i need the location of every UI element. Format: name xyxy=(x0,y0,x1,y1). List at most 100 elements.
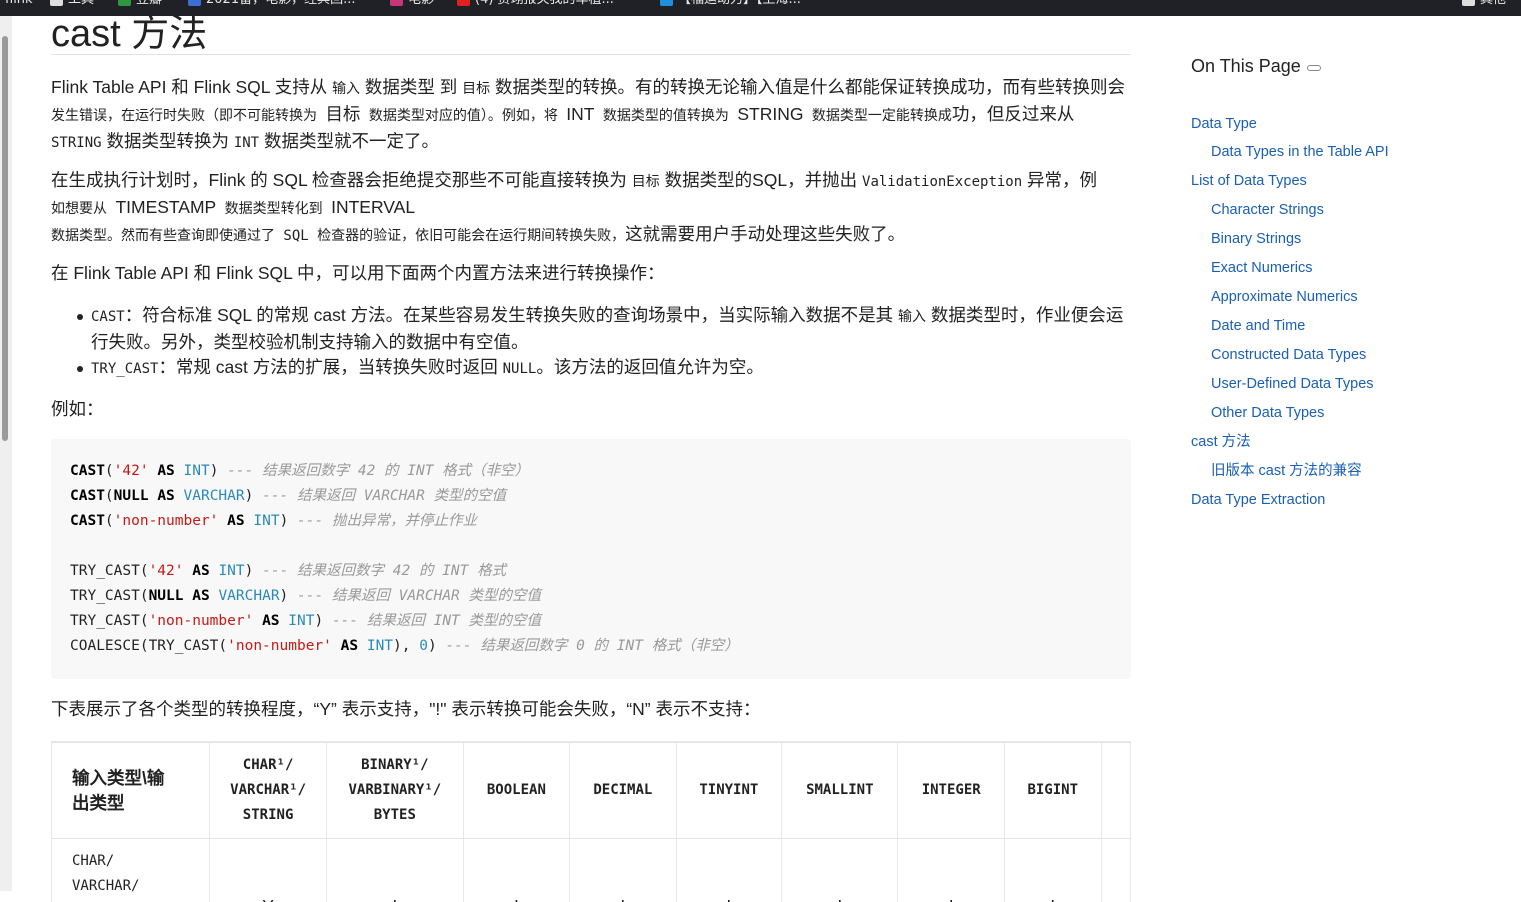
table-intro: 下表展示了各个类型的转换程度，“Y” 表示支持，"!" 表示转换可能会失败，“N… xyxy=(51,697,761,722)
toc-link[interactable]: cast 方法 xyxy=(1191,433,1251,451)
bookmark-6[interactable]: 【福运动力】【上海... xyxy=(660,0,801,8)
code-token: AS xyxy=(157,488,174,504)
code-block[interactable]: CAST('42' AS INT) --- 结果返回数字 42 的 INT 格式… xyxy=(51,439,1131,679)
code-token: ) xyxy=(210,463,227,479)
code-token xyxy=(358,638,367,654)
folder-icon xyxy=(1462,0,1475,6)
page-scrollbar[interactable] xyxy=(0,16,12,891)
inline-code: 输入 xyxy=(898,309,926,325)
column-header: BIGINT xyxy=(1004,743,1101,839)
code-token xyxy=(184,588,193,604)
header-text: CHAR¹/ xyxy=(243,757,294,773)
code-token: 'non-number' xyxy=(114,513,219,529)
toc-link[interactable]: Data Type Extraction xyxy=(1191,491,1325,509)
header-text: 出类型 xyxy=(72,793,125,813)
code-token: VARCHAR xyxy=(184,488,245,504)
toc-link[interactable]: Character Strings xyxy=(1211,201,1324,219)
inline-code: INT xyxy=(234,135,259,151)
code-token: ) xyxy=(314,613,331,629)
bookmark-5[interactable]: (4) 贾翊报关我的车植... xyxy=(457,0,614,8)
example-label: 例如： xyxy=(51,397,104,422)
code-token xyxy=(175,463,184,479)
text-run: 功，但反过来从 xyxy=(952,104,1075,124)
bookmark-label: 其他 xyxy=(1480,0,1506,7)
code-token: VARCHAR xyxy=(218,588,279,604)
code-token xyxy=(149,488,158,504)
inline-code: 如想要从 xyxy=(51,201,115,217)
code-token xyxy=(253,613,262,629)
toc-link[interactable]: Constructed Data Types xyxy=(1211,346,1366,364)
toc-link[interactable]: Approximate Numerics xyxy=(1211,288,1358,306)
bookmark-4[interactable]: 电影 xyxy=(390,0,434,8)
toc-link[interactable]: List of Data Types xyxy=(1191,172,1307,190)
code-token: ) xyxy=(280,513,297,529)
code-token: 0 xyxy=(419,638,428,654)
code-line: CAST('non-number' AS INT) --- 抛出异常，并停止作业 xyxy=(70,511,477,531)
code-line: TRY_CAST(NULL AS VARCHAR) --- 结果返回 VARCH… xyxy=(70,586,541,606)
toc-collapse-toggle[interactable] xyxy=(1307,65,1321,71)
bookmark-0[interactable]: flink xyxy=(5,0,33,8)
text-run: TIMESTAMP xyxy=(115,197,216,217)
code-token: ) xyxy=(280,588,297,604)
inline-code: 目标 xyxy=(462,81,490,97)
inline-code: CAST xyxy=(91,309,125,325)
code-token: 'non-number' xyxy=(227,638,332,654)
toc-link[interactable]: User-Defined Data Types xyxy=(1211,375,1374,393)
code-token: INT xyxy=(253,513,279,529)
header-text: SMALLINT xyxy=(806,782,873,798)
bookmark-3[interactable]: 2021留，电影，经典回... xyxy=(188,0,355,8)
table-header-row: 输入类型\输出类型CHAR¹/VARCHAR¹/STRINGBINARY¹/VA… xyxy=(52,743,1131,839)
toc-link[interactable]: Data Types in the Table API xyxy=(1211,143,1389,161)
code-line: CAST(NULL AS VARCHAR) --- 结果返回 VARCHAR 类… xyxy=(70,486,506,506)
header-text: STRING xyxy=(243,807,294,823)
code-token: --- 抛出异常，并停止作业 xyxy=(297,513,477,529)
text-run: 目标 xyxy=(325,104,360,124)
inline-code: ValidationException xyxy=(862,174,1022,190)
bookmark-label: 【福运动力】【上海... xyxy=(678,0,801,7)
douban-icon xyxy=(118,0,131,6)
bookmark-1[interactable]: 工具 xyxy=(50,0,94,8)
bookmark-label: 豆瓣 xyxy=(136,0,162,7)
inline-code: 数据类型对应的值）。例如，将 xyxy=(360,108,566,124)
toc-link[interactable]: Binary Strings xyxy=(1211,230,1301,248)
toc-link[interactable]: 旧版本 cast 方法的兼容 xyxy=(1211,462,1362,480)
header-text: DECIMAL xyxy=(593,782,652,798)
movie-icon xyxy=(390,0,403,6)
code-token: --- 结果返回数字 0 的 INT 格式（非空） xyxy=(445,638,738,654)
bookmark-2[interactable]: 豆瓣 xyxy=(118,0,162,8)
validation-paragraph: 在生成执行计划时，Flink 的 SQL 检查器会拒绝提交那些不可能直接转换为 … xyxy=(51,168,1097,249)
toc-link[interactable]: Exact Numerics xyxy=(1211,259,1313,277)
bookmark-label: 电影 xyxy=(408,0,434,7)
header-text: BINARY¹/ xyxy=(361,757,428,773)
text-run: ：符合标准 SQL 的常规 cast 方法。在某些容易发生转换失败的查询场景中，… xyxy=(125,305,898,325)
column-header: BOOLEAN xyxy=(463,743,569,839)
code-token: ) xyxy=(245,563,262,579)
code-token: AS xyxy=(341,638,358,654)
table-cell: ! xyxy=(570,839,676,902)
corner-header: 输入类型\输出类型 xyxy=(52,743,210,839)
column-header: DECIMAL xyxy=(570,743,676,839)
header-text: BYTES xyxy=(374,807,416,823)
text-run: 这就需要用户手动处理这些失败了。 xyxy=(625,224,905,244)
scrollbar-thumb[interactable] xyxy=(2,36,8,441)
table-cell: ! xyxy=(463,839,569,902)
table-cell: ! xyxy=(1004,839,1101,902)
toc-link[interactable]: Other Data Types xyxy=(1211,404,1324,422)
column-header: SMALLINT xyxy=(782,743,898,839)
code-token: '42' xyxy=(114,463,149,479)
inline-code: NULL xyxy=(503,361,537,377)
bookmark-7[interactable]: 其他 xyxy=(1462,0,1506,8)
code-token: 'non-number' xyxy=(149,613,254,629)
header-text: VARCHAR¹/ xyxy=(230,782,306,798)
toc-link[interactable]: Data Type xyxy=(1191,115,1257,133)
column-header: INTEGER xyxy=(898,743,1004,839)
column-header-overflow xyxy=(1101,743,1131,839)
intro-paragraph: Flink Table API 和 Flink SQL 支持从 输入 数据类型 … xyxy=(51,75,1125,156)
code-token: ) xyxy=(428,638,445,654)
code-token: ) xyxy=(245,488,262,504)
inline-code: 数据类型一定能转换成 xyxy=(803,108,951,124)
bookmark-label: flink xyxy=(5,0,33,7)
code-token: --- 结果返回数字 42 的 INT 格式（非空） xyxy=(227,463,529,479)
header-text: TINYINT xyxy=(699,782,758,798)
toc-link[interactable]: Date and Time xyxy=(1211,317,1305,335)
